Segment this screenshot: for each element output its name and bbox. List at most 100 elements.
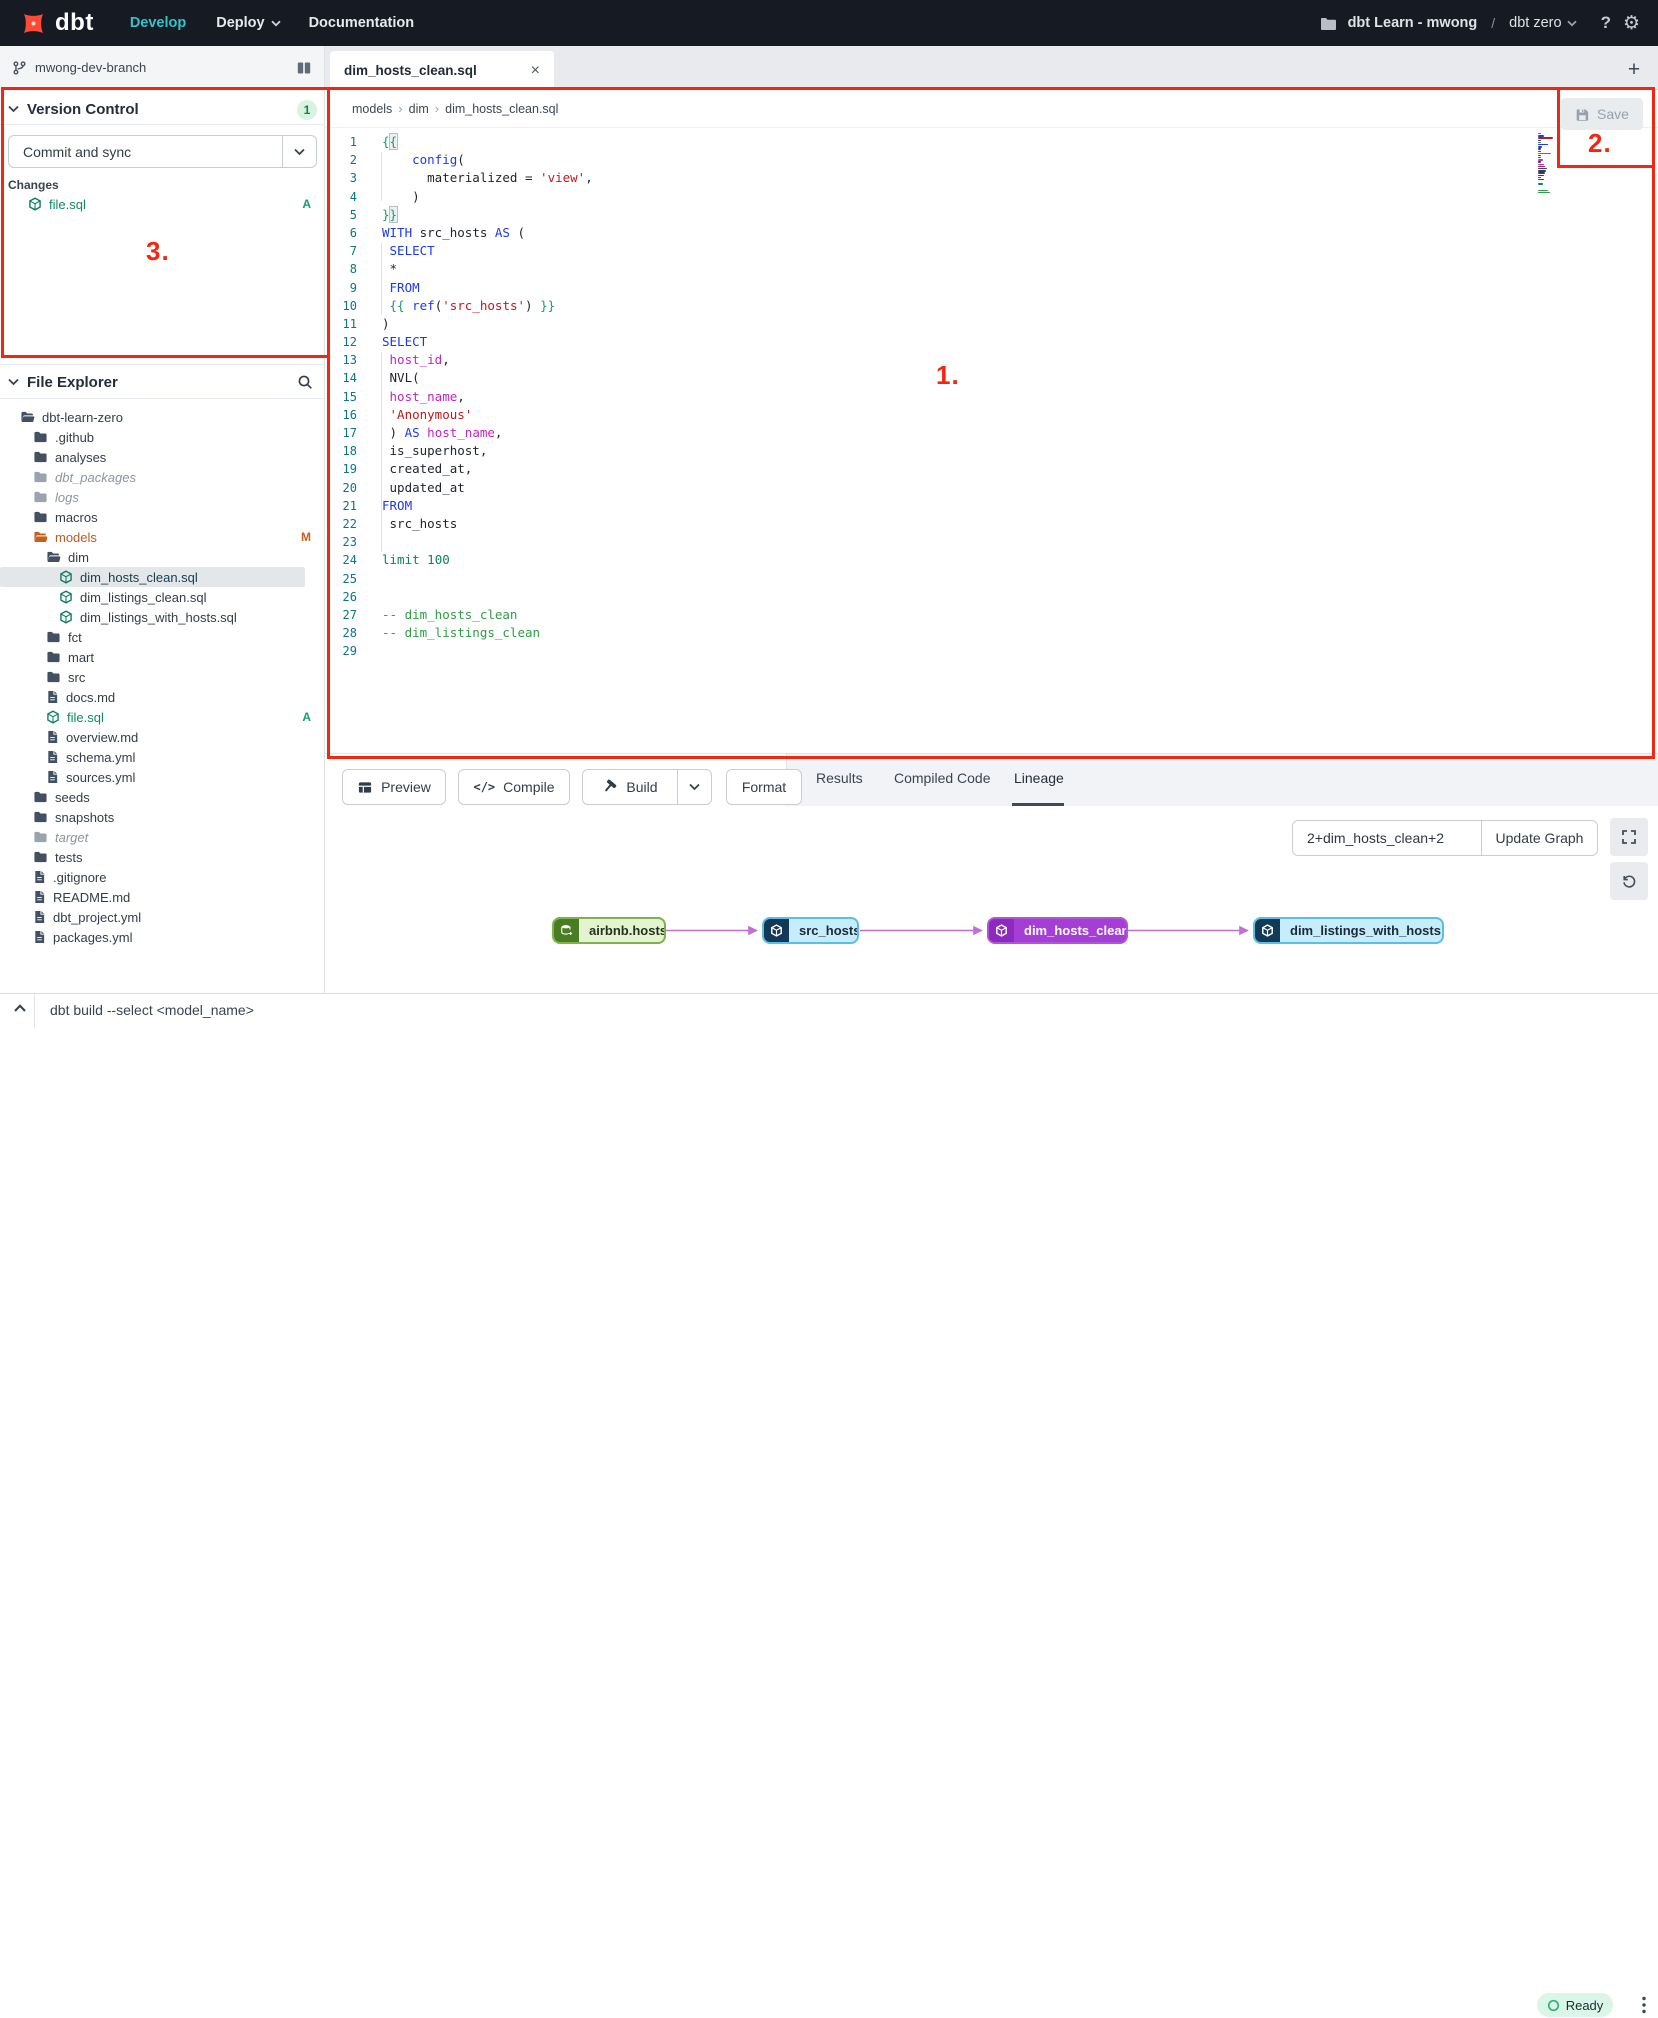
- format-button[interactable]: Format: [726, 769, 802, 805]
- code-line[interactable]: 5}}: [325, 206, 1645, 224]
- code-line[interactable]: 8 *: [325, 260, 1645, 278]
- chevron-down-icon[interactable]: [8, 378, 19, 386]
- code-line[interactable]: 21FROM: [325, 497, 1645, 515]
- tree-item--github[interactable]: .github: [0, 427, 325, 447]
- changed-file-row[interactable]: file.sql A: [0, 194, 325, 214]
- code-line[interactable]: 22 src_hosts: [325, 515, 1645, 533]
- tree-item-fct[interactable]: fct: [0, 627, 325, 647]
- lineage-node-airbnb-hosts[interactable]: airbnb.hosts: [552, 917, 666, 944]
- branch-name[interactable]: mwong-dev-branch: [35, 60, 146, 75]
- code-line[interactable]: 9 FROM: [325, 279, 1645, 297]
- breadcrumb-item[interactable]: dim: [409, 102, 429, 116]
- project-selector[interactable]: dbt zero: [1509, 15, 1576, 31]
- lineage-node-dim-listings-with-hosts[interactable]: dim_listings_with_hosts: [1253, 917, 1444, 944]
- code-line[interactable]: 6WITH src_hosts AS (: [325, 224, 1645, 242]
- code-line[interactable]: 11): [325, 315, 1645, 333]
- code-line[interactable]: 15 host_name,: [325, 388, 1645, 406]
- breadcrumb-item[interactable]: models: [352, 102, 392, 116]
- nav-item-deploy[interactable]: Deploy: [216, 15, 280, 31]
- dbt-logo[interactable]: dbt: [20, 9, 94, 37]
- tree-item-logs[interactable]: logs: [0, 487, 325, 507]
- nav-item-documentation[interactable]: Documentation: [309, 15, 415, 31]
- tree-item-models[interactable]: modelsM: [0, 527, 325, 547]
- code-line[interactable]: 29: [325, 642, 1645, 660]
- code-text: [357, 642, 382, 660]
- kebab-menu-icon[interactable]: [1634, 1992, 1654, 2018]
- code-line[interactable]: 18 is_superhost,: [325, 442, 1645, 460]
- code-line[interactable]: 14 NVL(: [325, 369, 1645, 387]
- breadcrumb-item[interactable]: dim_hosts_clean.sql: [445, 102, 558, 116]
- code-line[interactable]: 10 {{ ref('src_hosts') }}: [325, 297, 1645, 315]
- code-line[interactable]: 24limit 100: [325, 551, 1645, 569]
- tab-compiled-code[interactable]: Compiled Code: [894, 770, 991, 786]
- chevron-down-icon[interactable]: [8, 105, 19, 113]
- tab-results[interactable]: Results: [816, 770, 863, 786]
- code-line[interactable]: 1{{: [325, 133, 1645, 151]
- chevron-up-icon[interactable]: [12, 1002, 28, 1014]
- tree-item-sources-yml[interactable]: sources.yml: [0, 767, 325, 787]
- code-line[interactable]: 13 host_id,: [325, 351, 1645, 369]
- code-line[interactable]: 25: [325, 570, 1645, 588]
- minimap-line: [1538, 179, 1544, 180]
- account-name[interactable]: dbt Learn - mwong: [1348, 15, 1478, 31]
- tree-item-dbt-packages[interactable]: dbt_packages: [0, 467, 325, 487]
- close-icon[interactable]: ×: [531, 62, 540, 80]
- lineage-node-dim-hosts-clean[interactable]: dim_hosts_clean: [987, 917, 1128, 944]
- build-options-chevron[interactable]: [678, 769, 712, 805]
- tree-item-packages-yml[interactable]: packages.yml: [0, 927, 325, 947]
- code-line[interactable]: 17 ) AS host_name,: [325, 424, 1645, 442]
- tab-dim-hosts-clean[interactable]: dim_hosts_clean.sql ×: [330, 51, 554, 90]
- tree-item-dim-listings-clean-sql[interactable]: dim_listings_clean.sql: [0, 587, 325, 607]
- tree-item-tests[interactable]: tests: [0, 847, 325, 867]
- chevron-down-icon[interactable]: [283, 148, 316, 156]
- build-button[interactable]: Build: [582, 769, 678, 805]
- minimap-line: [1538, 186, 1564, 187]
- code-line[interactable]: 26: [325, 588, 1645, 606]
- commit-and-sync-button[interactable]: Commit and sync: [8, 135, 317, 168]
- tree-item-seeds[interactable]: seeds: [0, 787, 325, 807]
- code-line[interactable]: 7 SELECT: [325, 242, 1645, 260]
- tree-item-readme-md[interactable]: README.md: [0, 887, 325, 907]
- lineage-node-src-hosts[interactable]: src_hosts: [762, 917, 859, 944]
- code-area[interactable]: 1{{2 config(3 materialized = 'view',4 )5…: [325, 133, 1645, 660]
- code-line[interactable]: 3 materialized = 'view',: [325, 169, 1645, 187]
- lineage-canvas[interactable]: 2+dim_hosts_clean+2 Update Graph: [325, 806, 1658, 993]
- tree-item-overview-md[interactable]: overview.md: [0, 727, 325, 747]
- code-line[interactable]: 12SELECT: [325, 333, 1645, 351]
- help-icon[interactable]: ?: [1601, 13, 1611, 33]
- tree-item-dim[interactable]: dim: [0, 547, 325, 567]
- tree-item-mart[interactable]: mart: [0, 647, 325, 667]
- nav-item-develop[interactable]: Develop: [130, 15, 186, 31]
- compile-button[interactable]: </> Compile: [458, 769, 570, 805]
- docs-panel-icon[interactable]: [296, 60, 312, 76]
- tree-item-target[interactable]: target: [0, 827, 325, 847]
- code-line[interactable]: 4 ): [325, 188, 1645, 206]
- command-input[interactable]: dbt build --select <model_name>: [50, 1002, 254, 1018]
- preview-button[interactable]: Preview: [342, 769, 446, 805]
- code-line[interactable]: 23: [325, 533, 1645, 551]
- tree-item-docs-md[interactable]: docs.md: [0, 687, 325, 707]
- code-line[interactable]: 27-- dim_hosts_clean: [325, 606, 1645, 624]
- tree-item-dbt-learn-zero[interactable]: dbt-learn-zero: [0, 407, 325, 427]
- tree-item-file-sql[interactable]: file.sqlA: [0, 707, 325, 727]
- minimap[interactable]: [1538, 133, 1564, 203]
- code-line[interactable]: 28-- dim_listings_clean: [325, 624, 1645, 642]
- code-line[interactable]: 16 'Anonymous': [325, 406, 1645, 424]
- code-line[interactable]: 2 config(: [325, 151, 1645, 169]
- tree-item--gitignore[interactable]: .gitignore: [0, 867, 325, 887]
- tree-item-schema-yml[interactable]: schema.yml: [0, 747, 325, 767]
- gear-icon[interactable]: ⚙: [1623, 12, 1640, 34]
- tree-item-dbt-project-yml[interactable]: dbt_project.yml: [0, 907, 325, 927]
- tree-item-dim-listings-with-hosts-sql[interactable]: dim_listings_with_hosts.sql: [0, 607, 325, 627]
- code-line[interactable]: 19 created_at,: [325, 460, 1645, 478]
- tree-item-dim-hosts-clean-sql[interactable]: dim_hosts_clean.sql: [0, 567, 305, 587]
- tree-item-snapshots[interactable]: snapshots: [0, 807, 325, 827]
- code-line[interactable]: 20 updated_at: [325, 479, 1645, 497]
- search-icon[interactable]: [297, 374, 313, 390]
- tab-lineage[interactable]: Lineage: [1014, 770, 1064, 786]
- tree-item-src[interactable]: src: [0, 667, 325, 687]
- tree-item-macros[interactable]: macros: [0, 507, 325, 527]
- save-button[interactable]: Save: [1561, 98, 1643, 130]
- new-tab-button[interactable]: +: [1619, 55, 1649, 85]
- tree-item-analyses[interactable]: analyses: [0, 447, 325, 467]
